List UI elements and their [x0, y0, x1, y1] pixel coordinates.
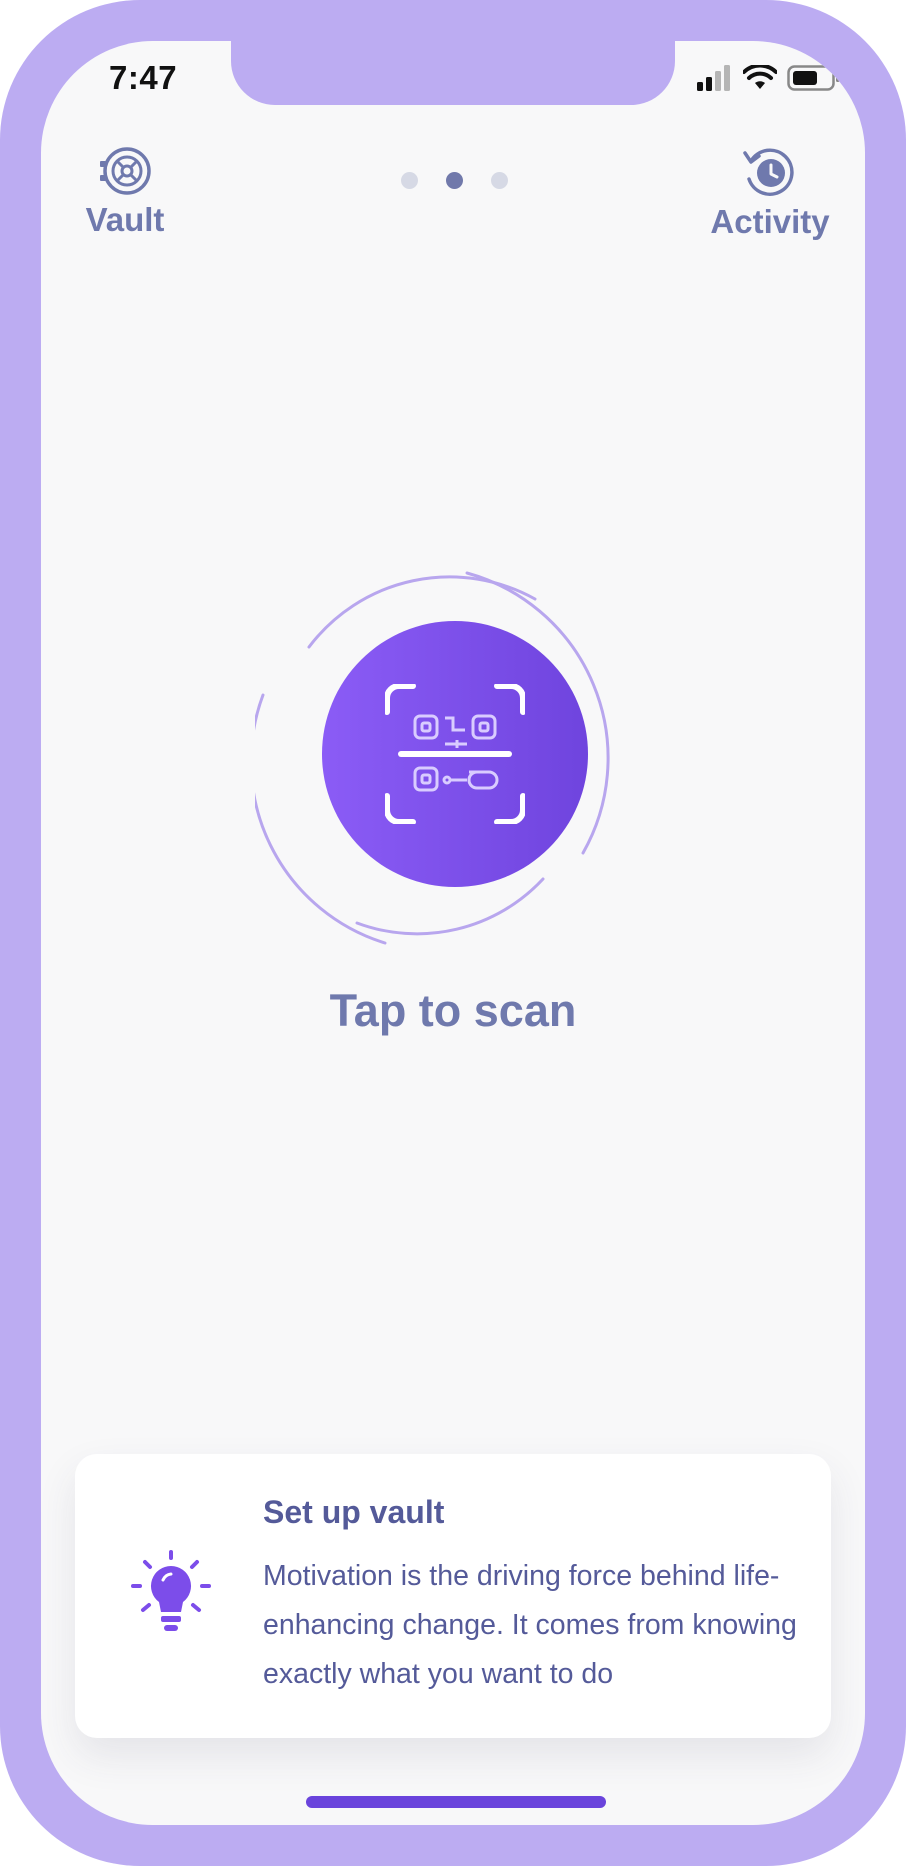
page-indicator — [401, 172, 508, 189]
activity-nav-button[interactable]: Activity — [705, 145, 835, 241]
scan-button[interactable] — [322, 621, 588, 887]
page-dot-2[interactable] — [446, 172, 463, 189]
vault-icon — [100, 147, 151, 195]
status-time: 7:47 — [109, 59, 178, 96]
qr-scan-icon — [385, 684, 525, 824]
activity-icon — [743, 148, 794, 196]
tip-body: Motivation is the driving force behind l… — [263, 1560, 797, 1690]
lightbulb-icon — [131, 1550, 211, 1631]
tip-card[interactable]: Set up vault Motivation is the driving f… — [75, 1454, 831, 1738]
scan-label[interactable]: Tap to scan — [41, 985, 865, 1037]
activity-label: Activity — [710, 203, 830, 240]
tip-title: Set up vault — [263, 1494, 445, 1530]
wifi-icon — [743, 65, 777, 89]
vault-label: Vault — [85, 201, 165, 238]
page-dot-1[interactable] — [401, 172, 418, 189]
signal-icon — [697, 65, 730, 91]
device-notch — [231, 41, 675, 105]
app-screen: 7:47 Vault Activity Tap to scan Set up v… — [41, 41, 865, 1825]
page-dot-3[interactable] — [491, 172, 508, 189]
home-indicator[interactable] — [306, 1796, 606, 1808]
battery-icon — [787, 65, 840, 91]
vault-nav-button[interactable]: Vault — [75, 145, 175, 239]
status-icons — [695, 65, 841, 91]
